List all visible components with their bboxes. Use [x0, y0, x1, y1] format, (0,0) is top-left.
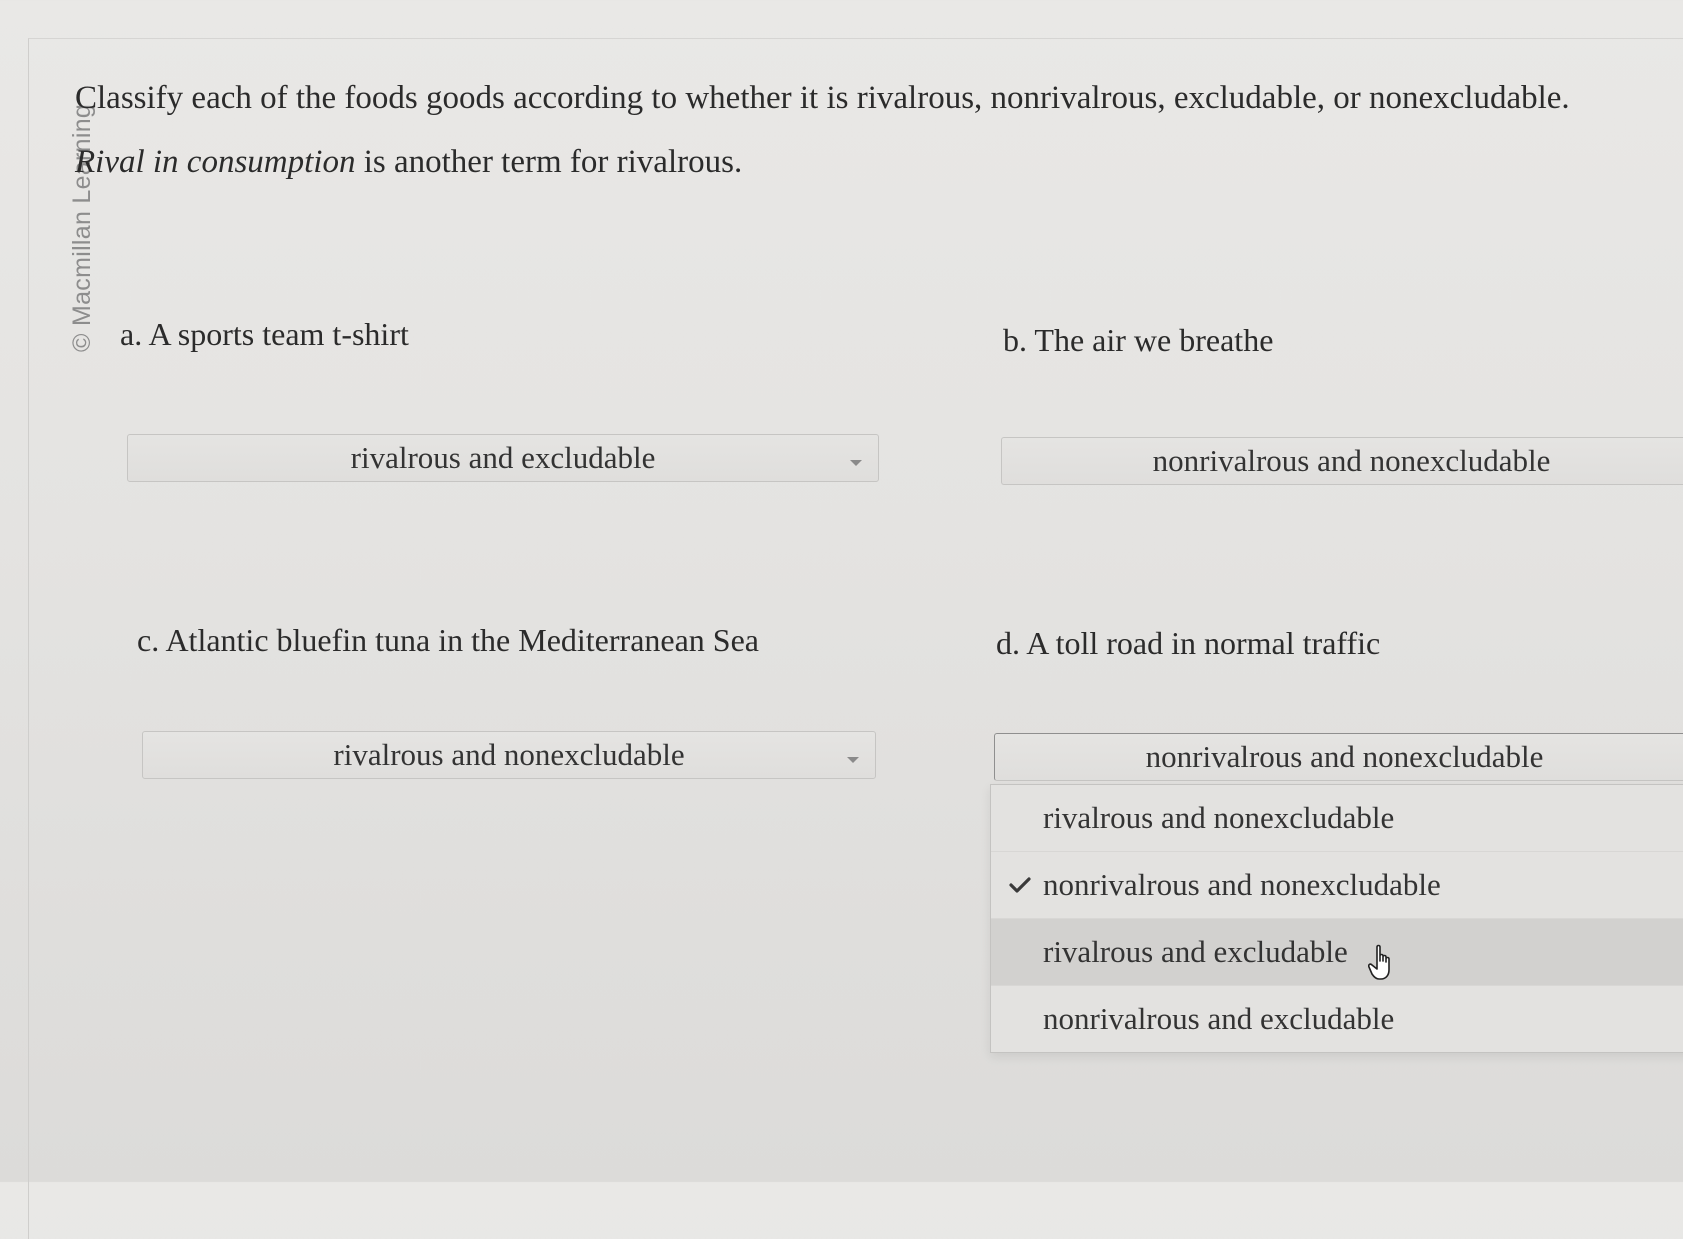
question-d-letter: d.	[996, 625, 1020, 661]
dropdown-option-label: rivalrous and excludable	[1043, 934, 1348, 969]
question-d-selected-value: nonrivalrous and nonexcludable	[1145, 739, 1544, 774]
question-c-text: Atlantic bluefin tuna in the Mediterrane…	[159, 622, 759, 658]
question-c-select[interactable]: rivalrous and nonexcludable	[142, 731, 876, 779]
dropdown-option-selected[interactable]: nonrivalrous and nonexcludable	[991, 852, 1683, 919]
dropdown-option-label: nonrivalrous and nonexcludable	[1043, 867, 1441, 902]
instructions: Classify each of the foods goods accordi…	[75, 66, 1570, 194]
question-b-text: The air we breathe	[1027, 322, 1274, 358]
question-a-text: A sports team t-shirt	[142, 316, 409, 352]
question-c-letter: c.	[137, 622, 160, 658]
dropdown-option-label: nonrivalrous and excludable	[1043, 1001, 1395, 1036]
dropdown-option[interactable]: nonrivalrous and excludable	[991, 986, 1683, 1052]
question-a-selected-value: rivalrous and excludable	[350, 440, 656, 475]
question-a-letter: a.	[120, 316, 143, 352]
instructions-line-1: Classify each of the foods goods accordi…	[75, 80, 1570, 116]
question-d-label: d. A toll road in normal traffic	[996, 625, 1380, 662]
question-c-selected-value: rivalrous and nonexcludable	[333, 737, 685, 772]
question-a-label: a. A sports team t-shirt	[120, 316, 409, 353]
question-d-text: A toll road in normal traffic	[1020, 625, 1381, 661]
question-c-label: c. Atlantic bluefin tuna in the Mediterr…	[137, 622, 759, 659]
caret-down-icon	[850, 460, 862, 466]
question-b-letter: b.	[1003, 322, 1027, 358]
question-d-dropdown-list: rivalrous and nonexcludable nonrivalrous…	[990, 784, 1683, 1053]
instructions-italic-term: Rival in consumption	[75, 144, 356, 180]
question-b-selected-value: nonrivalrous and nonexcludable	[1152, 443, 1551, 478]
dropdown-option-label: rivalrous and nonexcludable	[1043, 800, 1395, 835]
checkmark-icon	[1009, 877, 1031, 893]
hand-pointer-icon	[1368, 944, 1390, 980]
question-b-label: b. The air we breathe	[1003, 322, 1273, 359]
question-b-select[interactable]: nonrivalrous and nonexcludable	[1001, 437, 1683, 485]
dropdown-option[interactable]: rivalrous and nonexcludable	[991, 785, 1683, 852]
question-d-select[interactable]: nonrivalrous and nonexcludable	[994, 733, 1683, 781]
dropdown-option-highlighted[interactable]: rivalrous and excludable	[991, 919, 1683, 986]
caret-down-icon	[847, 757, 859, 763]
question-a-select[interactable]: rivalrous and excludable	[127, 434, 879, 482]
instructions-line-2: Rival in consumption is another term for…	[75, 130, 1570, 194]
instructions-line-2-rest: is another term for rivalrous.	[355, 144, 743, 180]
